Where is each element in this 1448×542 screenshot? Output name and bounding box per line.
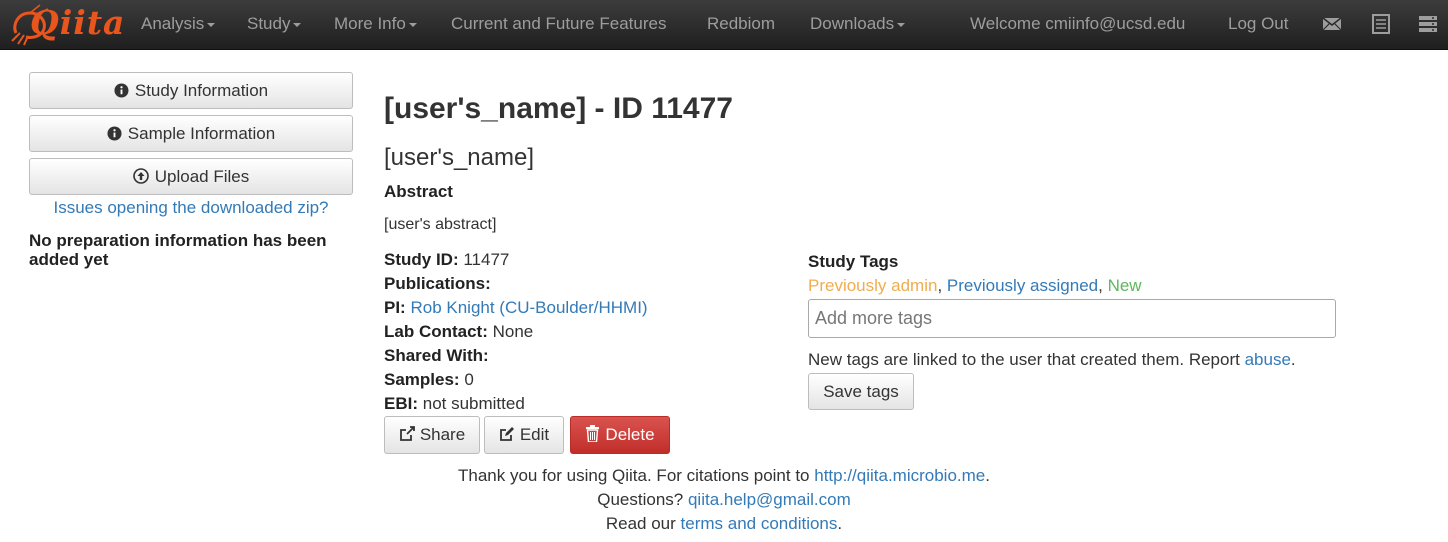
nav-features-link[interactable]: Current and Future Features	[451, 0, 666, 50]
footer-terms-period: .	[837, 514, 843, 533]
chevron-down-icon	[408, 22, 417, 27]
delete-button[interactable]: Delete	[570, 416, 670, 454]
upload-files-label: Upload Files	[154, 167, 250, 186]
nav-study-menu[interactable]: Study	[247, 0, 302, 50]
nav-study-label: Study	[247, 14, 291, 33]
abstract-text: [user's abstract]	[384, 216, 497, 233]
study-subtitle: [user's_name]	[384, 144, 534, 171]
lab-contact-label: Lab Contact:	[384, 322, 488, 341]
download-zip-help-link[interactable]: Issues opening the downloaded zip?	[29, 198, 353, 218]
study-information-button[interactable]: Study Information	[29, 72, 353, 109]
footer-citation-period: .	[985, 466, 990, 485]
nav-redbiom-label: Redbiom	[707, 14, 776, 33]
edit-button[interactable]: Edit	[484, 416, 564, 454]
nav-more-info-label: More Info	[334, 14, 406, 33]
tags-note-text: New tags are linked to the user that cre…	[808, 350, 1245, 369]
footer-questions-line: Questions? qiita.help@gmail.com	[0, 490, 1448, 510]
study-id-value: 11477	[463, 250, 510, 269]
nav-analysis-label: Analysis	[141, 14, 205, 33]
study-id-row: Study ID: 11477	[384, 250, 509, 270]
pi-label: PI:	[384, 298, 406, 317]
pi-row: PI: Rob Knight (CU-Boulder/HHMI)	[384, 298, 648, 318]
publications-row: Publications:	[384, 274, 491, 294]
edit-icon	[499, 419, 515, 455]
nav-downloads-menu[interactable]: Downloads	[810, 0, 906, 50]
samples-label: Samples:	[384, 370, 460, 389]
samples-row: Samples: 0	[384, 370, 474, 390]
edit-label: Edit	[519, 425, 550, 444]
tags-note-period: .	[1290, 350, 1296, 369]
nav-more-info-menu[interactable]: More Info	[334, 0, 417, 50]
footer-questions-text: Questions?	[597, 490, 688, 509]
footer-citation-text: Thank you for using Qiita. For citations…	[458, 466, 815, 485]
nav-downloads-label: Downloads	[810, 14, 895, 33]
server-icon[interactable]	[1418, 14, 1440, 36]
footer-citation-line: Thank you for using Qiita. For citations…	[0, 466, 1448, 486]
samples-value: 0	[464, 370, 474, 389]
footer-terms-text: Read our	[605, 514, 681, 533]
share-icon	[399, 419, 415, 455]
qiita-url-link[interactable]: http://qiita.microbio.me	[814, 466, 985, 485]
no-preparation-note: No preparation information has been adde…	[29, 231, 327, 269]
delete-label: Delete	[605, 425, 655, 444]
chevron-down-icon	[207, 22, 216, 27]
shared-with-label: Shared With:	[384, 346, 489, 365]
upload-circle-icon	[132, 161, 149, 196]
legend-previously-admin: Previously admin	[808, 276, 938, 295]
brand-name: Qiita	[30, 3, 126, 42]
ebi-label: EBI:	[384, 394, 418, 413]
list-icon[interactable]	[1371, 14, 1393, 36]
sample-information-button[interactable]: Sample Information	[29, 115, 353, 152]
info-circle-icon	[114, 75, 129, 110]
ebi-value: not submitted	[422, 394, 525, 413]
publications-label: Publications:	[384, 274, 491, 293]
footer-terms-line: Read our terms and conditions.	[0, 514, 1448, 534]
study-tags-heading: Study Tags	[808, 252, 899, 271]
legend-new: New	[1107, 276, 1142, 295]
save-tags-button[interactable]: Save tags	[808, 373, 914, 410]
lab-contact-value: None	[492, 322, 534, 341]
share-button[interactable]: Share	[384, 416, 480, 454]
welcome-user-link[interactable]: Welcome cmiinfo@ucsd.edu	[970, 0, 1185, 50]
study-information-label: Study Information	[134, 81, 269, 100]
shared-with-row: Shared With:	[384, 346, 489, 366]
lab-contact-row: Lab Contact: None	[384, 322, 533, 342]
page-title: [user's_name] - ID 11477	[384, 92, 733, 125]
nav-features-label: Current and Future Features	[451, 14, 667, 33]
report-abuse-link[interactable]: abuse	[1245, 350, 1291, 369]
study-id-label: Study ID:	[384, 250, 459, 269]
info-circle-icon	[107, 118, 122, 153]
pi-link[interactable]: Rob Knight (CU-Boulder/HHMI)	[410, 298, 647, 317]
chevron-down-icon	[897, 22, 906, 27]
terms-link[interactable]: terms and conditions	[681, 514, 838, 533]
trash-icon	[585, 419, 600, 455]
share-label: Share	[419, 425, 466, 444]
envelope-icon[interactable]	[1322, 14, 1344, 36]
upload-files-button[interactable]: Upload Files	[29, 158, 353, 195]
add-tags-input[interactable]	[808, 299, 1336, 338]
logout-link[interactable]: Log Out	[1228, 0, 1289, 50]
help-email-link[interactable]: qiita.help@gmail.com	[688, 490, 851, 509]
abstract-heading: Abstract	[384, 182, 453, 201]
chevron-down-icon	[293, 22, 302, 27]
nav-redbiom-link[interactable]: Redbiom	[707, 0, 775, 50]
ebi-row: EBI: not submitted	[384, 394, 525, 414]
tags-legend: Previously admin, Previously assigned, N…	[808, 276, 1142, 295]
legend-previously-assigned: Previously assigned	[946, 276, 1099, 295]
sample-information-label: Sample Information	[127, 124, 276, 143]
qiita-logo[interactable]: Qiita	[10, 3, 124, 47]
top-navbar: Qiita Analysis Study More Info Current a…	[0, 0, 1448, 50]
tags-note: New tags are linked to the user that cre…	[808, 350, 1296, 370]
nav-analysis-menu[interactable]: Analysis	[141, 0, 216, 50]
